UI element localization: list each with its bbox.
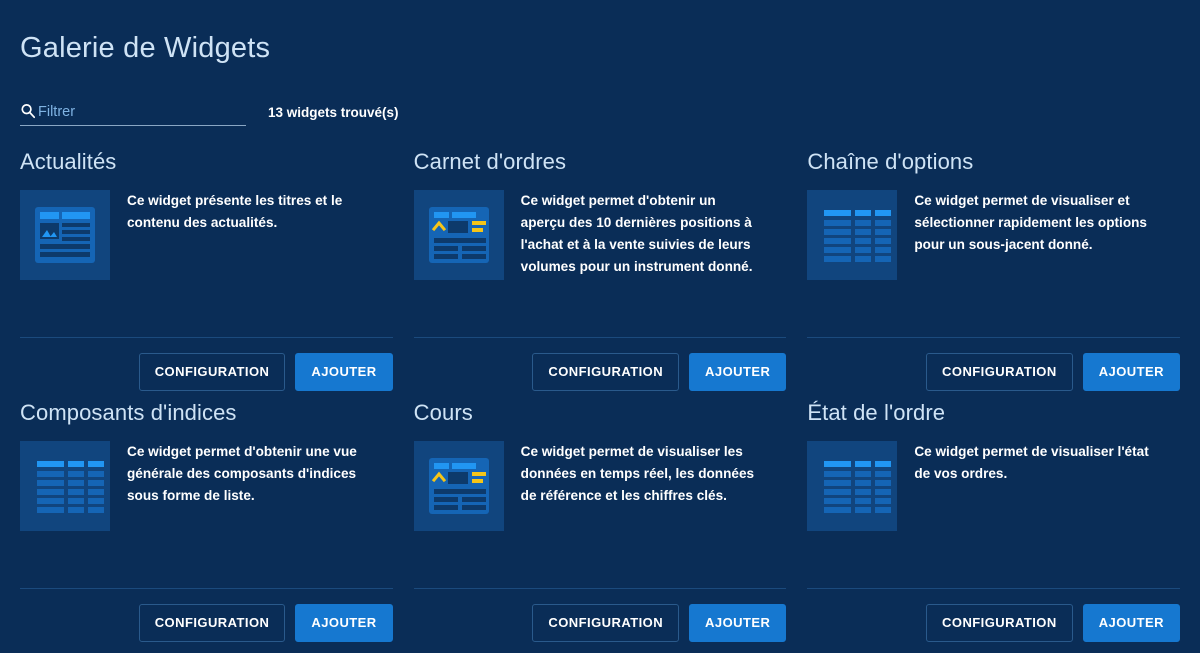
- card-actions: CONFIGURATION AJOUTER: [414, 338, 787, 391]
- card-title: Composants d'indices: [20, 400, 393, 425]
- card-description: Ce widget présente les titres et le cont…: [127, 190, 367, 234]
- search-icon: [20, 103, 36, 119]
- card-actions: CONFIGURATION AJOUTER: [807, 589, 1180, 642]
- widget-preview-icon: [414, 190, 504, 280]
- card-description: Ce widget permet de visualiser les donné…: [521, 441, 761, 507]
- widget-gallery-page: Galerie de Widgets 13 widgets trouvé(s) …: [0, 0, 1200, 653]
- widget-preview-icon: [20, 190, 110, 280]
- card-description: Ce widget permet de visualiser et sélect…: [914, 190, 1154, 256]
- data-table-icon: [807, 441, 897, 531]
- configuration-button[interactable]: CONFIGURATION: [926, 353, 1073, 391]
- card-actions: CONFIGURATIONAJOUTER: [20, 338, 393, 391]
- configuration-button[interactable]: CONFIGURATION: [532, 604, 679, 642]
- card-body: Ce widget permet de visualiser et sélect…: [807, 190, 1180, 326]
- card-actions: CONFIGURATION AJOUTER: [807, 338, 1180, 391]
- widget-preview-icon: [20, 441, 110, 531]
- card-body: Ce widget permet d'obtenir un aperçu des…: [414, 190, 787, 326]
- card-title: État de l'ordre: [807, 400, 1180, 425]
- card-body: Ce widget permet d'obtenir une vue génér…: [20, 441, 393, 577]
- widget-card: Composants d'indices Ce widget permet d'…: [20, 391, 393, 642]
- data-table-icon: [807, 190, 897, 280]
- quote-panel-icon: [414, 190, 504, 280]
- news-article-icon: [20, 190, 110, 280]
- widget-card: Carnet d'ordres Ce widget permet d'obten…: [414, 140, 787, 391]
- widget-preview-icon: [807, 441, 897, 531]
- widget-card: Actualités Ce widget présente les titres…: [20, 140, 393, 391]
- page-title: Galerie de Widgets: [20, 0, 1180, 65]
- card-description: Ce widget permet d'obtenir un aperçu des…: [521, 190, 761, 278]
- add-button[interactable]: AJOUTER: [1083, 353, 1180, 391]
- card-title: Actualités: [20, 149, 393, 174]
- add-button[interactable]: AJOUTER: [295, 353, 392, 391]
- card-description: Ce widget permet de visualiser l'état de…: [914, 441, 1154, 485]
- add-button[interactable]: AJOUTER: [1083, 604, 1180, 642]
- card-actions: CONFIGURATION AJOUTER: [414, 589, 787, 642]
- card-description: Ce widget permet d'obtenir une vue génér…: [127, 441, 367, 507]
- card-title: Carnet d'ordres: [414, 149, 787, 174]
- configuration-button[interactable]: CONFIGURATION: [139, 604, 286, 642]
- card-body: Ce widget permet de visualiser l'état de…: [807, 441, 1180, 577]
- results-count: 13 widgets trouvé(s): [268, 105, 399, 126]
- filter-field[interactable]: [20, 94, 246, 126]
- quote-panel-icon: [414, 441, 504, 531]
- configuration-button[interactable]: CONFIGURATION: [139, 353, 286, 391]
- add-button[interactable]: AJOUTER: [689, 604, 786, 642]
- data-table-icon: [20, 441, 110, 531]
- gallery-toolbar: 13 widgets trouvé(s): [20, 92, 1180, 126]
- card-body: Ce widget permet de visualiser les donné…: [414, 441, 787, 577]
- card-title: Cours: [414, 400, 787, 425]
- card-body: Ce widget présente les titres et le cont…: [20, 190, 393, 326]
- card-title: Chaîne d'options: [807, 149, 1180, 174]
- widget-preview-icon: [414, 441, 504, 531]
- add-button[interactable]: AJOUTER: [689, 353, 786, 391]
- widget-preview-icon: [807, 190, 897, 280]
- card-actions: CONFIGURATIONAJOUTER: [20, 589, 393, 642]
- configuration-button[interactable]: CONFIGURATION: [532, 353, 679, 391]
- configuration-button[interactable]: CONFIGURATION: [926, 604, 1073, 642]
- widget-card: Cours Ce widget permet de visualiser les…: [414, 391, 787, 642]
- widget-card: Chaîne d'options Ce widget permet de vis…: [807, 140, 1180, 391]
- widget-card: État de l'ordre Ce widget permet de visu…: [807, 391, 1180, 642]
- add-button[interactable]: AJOUTER: [295, 604, 392, 642]
- widget-cards-grid: Actualités Ce widget présente les titres…: [20, 140, 1180, 642]
- search-input[interactable]: [38, 104, 246, 120]
